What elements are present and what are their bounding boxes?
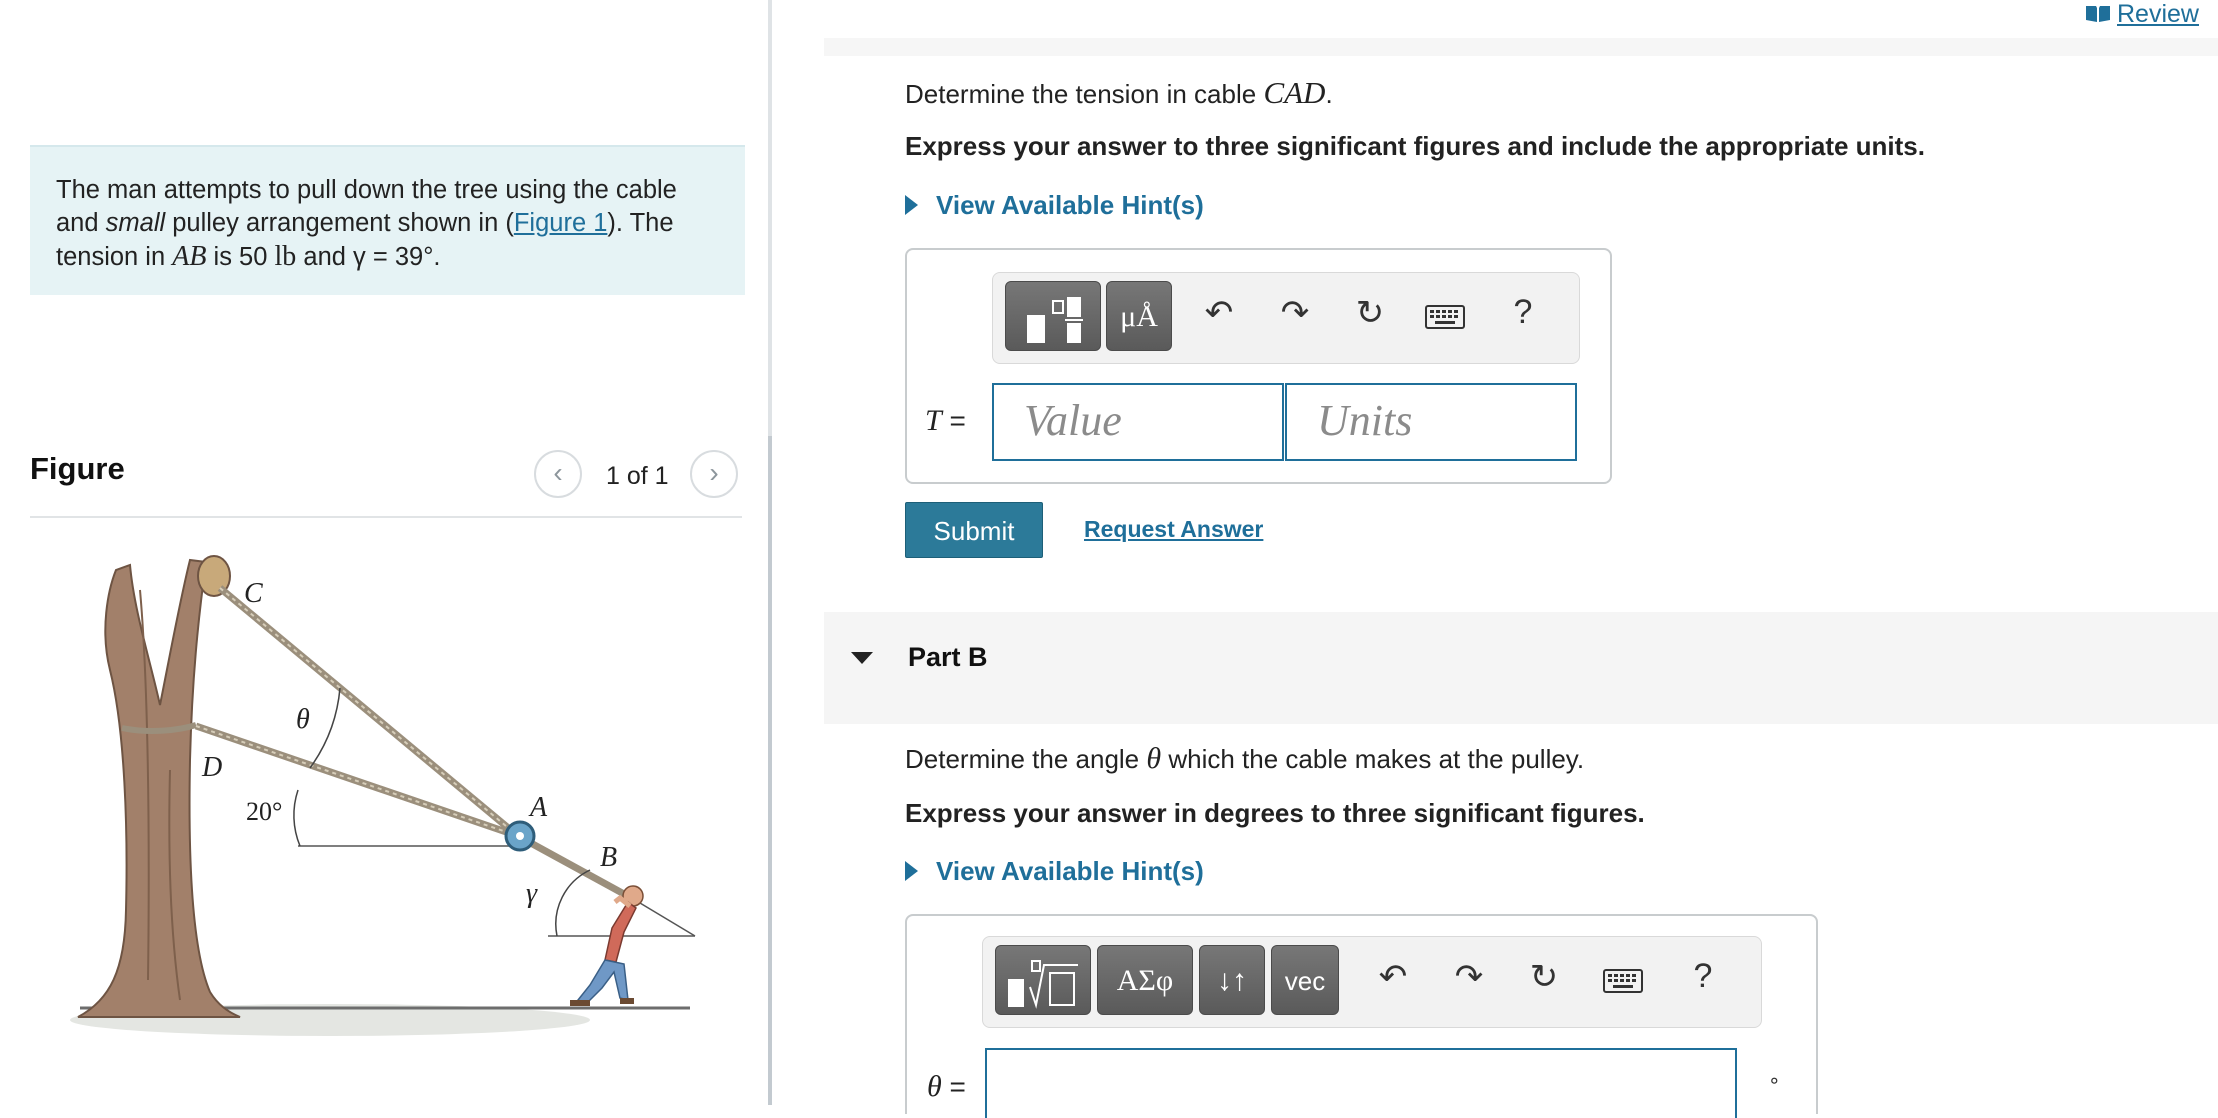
part-b-header[interactable] <box>824 612 2218 724</box>
label-d: D <box>201 752 222 783</box>
question-text: Determine the angle <box>905 744 1147 774</box>
label-a: A <box>528 792 548 823</box>
angle-arc-gamma <box>555 869 591 937</box>
label-theta: θ <box>296 704 310 735</box>
templates-icon <box>1023 296 1083 343</box>
gamma-value: γ = 39°. <box>353 243 441 271</box>
part-b-hint-toggle[interactable]: View Available Hint(s) <box>905 856 1204 887</box>
part-b-title: Part B <box>908 642 988 672</box>
units-input[interactable]: Units <box>1285 383 1577 461</box>
man-boot <box>570 1000 590 1006</box>
templates-root-icon <box>1006 959 1080 1009</box>
reset-icon[interactable]: ↻ <box>1524 957 1564 997</box>
part-a-question: Determine the tension in cable CAD. <box>905 75 1333 111</box>
undo-icon[interactable]: ↶ <box>1373 957 1413 997</box>
value-input[interactable]: Value <box>992 383 1284 461</box>
intro-text: and <box>296 243 354 271</box>
part-b-answer-box: ΑΣφ ↓↑ vec ↶ ↷ ↻ ? θ = ∘ <box>905 914 1818 1118</box>
part-a-math-toolbar: μÅ ↶ ↷ ↻ ? <box>992 272 1580 364</box>
vector-button[interactable]: vec <box>1271 945 1339 1015</box>
units-button[interactable]: μÅ <box>1106 281 1172 351</box>
angle-input[interactable] <box>985 1048 1737 1118</box>
man-shirt <box>604 900 637 963</box>
intro-text: pulley arrangement shown in ( <box>165 209 514 237</box>
question-variable: CAD <box>1263 75 1326 110</box>
figure-link[interactable]: Figure 1 <box>514 209 608 237</box>
man-jeans <box>576 959 629 1005</box>
reset-icon[interactable]: ↻ <box>1350 293 1390 333</box>
next-figure-button[interactable]: › <box>690 450 738 498</box>
chevron-right-icon: › <box>709 457 719 488</box>
help-button[interactable]: ? <box>1683 957 1723 996</box>
problem-statement: The man attempts to pull down the tree u… <box>30 145 745 295</box>
segment-ab: AB <box>172 241 207 272</box>
part-b-instruction: Express your answer in degrees to three … <box>905 798 1645 828</box>
intro-text: is 50 <box>206 243 275 271</box>
subscript-superscript-button[interactable]: ↓↑ <box>1199 945 1265 1015</box>
man-boot <box>620 998 634 1004</box>
part-b-math-toolbar: ΑΣφ ↓↑ vec ↶ ↷ ↻ ? <box>982 936 1762 1028</box>
part-a-header-bar <box>824 38 2218 56</box>
caret-down-icon[interactable] <box>851 652 873 664</box>
previous-figure-button[interactable]: ‹ <box>534 450 582 498</box>
chevron-left-icon: ‹ <box>553 457 563 488</box>
book-icon <box>2085 1 2111 30</box>
question-variable: θ <box>1146 742 1162 775</box>
part-a-instruction: Express your answer to three significant… <box>905 131 1925 161</box>
review-link[interactable]: Review <box>2085 0 2199 30</box>
label-c: C <box>244 578 263 609</box>
variable-theta: θ <box>927 1070 942 1103</box>
greek-symbols-button[interactable]: ΑΣφ <box>1097 945 1193 1015</box>
part-b-question: Determine the angle θ which the cable ma… <box>905 742 1584 776</box>
question-text: Determine the tension in cable <box>905 79 1264 109</box>
figure-title: Figure <box>30 451 125 486</box>
degree-unit: ∘ <box>1768 1070 1781 1092</box>
tree-trunk <box>77 558 241 1018</box>
label-b: B <box>600 842 617 873</box>
cable-texture <box>195 725 519 837</box>
templates-button[interactable] <box>1005 281 1101 351</box>
redo-icon[interactable]: ↷ <box>1449 957 1489 997</box>
keyboard-icon[interactable] <box>1599 963 1647 1002</box>
equals-sign: = <box>941 1071 966 1102</box>
part-b-variable-label: θ = <box>927 1070 966 1104</box>
problem-panel: The man attempts to pull down the tree u… <box>0 0 770 1116</box>
intro-emphasis: small <box>105 209 166 237</box>
caret-right-icon <box>905 195 918 215</box>
templates-button[interactable] <box>995 945 1091 1015</box>
hint-label: View Available Hint(s) <box>936 856 1204 886</box>
angle-arc-20 <box>293 789 301 847</box>
submit-button[interactable]: Submit <box>905 502 1043 558</box>
unit-lb: lb <box>274 241 297 272</box>
question-text: which the cable makes at the pulley. <box>1161 744 1585 774</box>
undo-icon[interactable]: ↶ <box>1199 293 1239 333</box>
figure-header: Figure ‹ 1 of 1 › <box>30 448 742 518</box>
part-a-variable-label: T = <box>925 404 966 438</box>
angle-arc-theta <box>309 687 341 769</box>
redo-icon[interactable]: ↷ <box>1275 293 1315 333</box>
equals-sign: = <box>941 405 966 436</box>
variable-t: T <box>925 404 942 437</box>
part-a-hint-toggle[interactable]: View Available Hint(s) <box>905 190 1204 221</box>
review-label: Review <box>2117 0 2199 28</box>
hint-label: View Available Hint(s) <box>936 190 1204 220</box>
label-20-degrees: 20° <box>246 797 282 826</box>
part-a-answer-box: μÅ ↶ ↷ ↻ ? T = Value Units <box>905 248 1612 484</box>
tree-pulley-figure: C D A B θ γ 20° <box>70 555 696 1036</box>
request-answer-link[interactable]: Request Answer <box>1084 516 1263 543</box>
panel-scrollbar[interactable] <box>768 436 772 1105</box>
figure-pager-count: 1 of 1 <box>606 462 669 490</box>
label-gamma: γ <box>526 878 538 909</box>
reference-line <box>634 899 696 937</box>
question-text: . <box>1325 79 1333 109</box>
keyboard-icon[interactable] <box>1421 299 1469 338</box>
man-pulling <box>570 885 644 1006</box>
caret-right-icon <box>905 861 918 881</box>
pulley-hub <box>516 832 524 840</box>
help-button[interactable]: ? <box>1503 293 1543 332</box>
